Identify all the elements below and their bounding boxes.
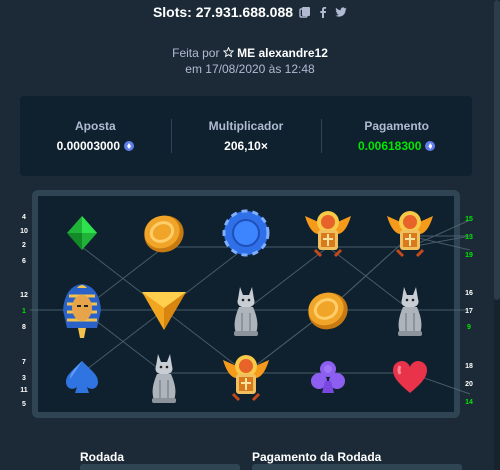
bet-date: em 17/08/2020 às 12:48 [185, 62, 315, 76]
payline-number-left: 10 [20, 228, 28, 235]
bet-label: Aposta [75, 119, 116, 133]
multiplier-value: 206,10× [224, 139, 268, 153]
eth-icon [124, 141, 135, 151]
payline-number-left: 8 [22, 324, 26, 331]
scarab-symbol-icon [380, 203, 440, 263]
round-field[interactable] [80, 464, 240, 470]
payline-number-left: 11 [20, 387, 28, 394]
star-icon [222, 46, 235, 58]
cat-statue-symbol-icon [216, 280, 276, 340]
stat-bet: Aposta 0.00003000 [20, 119, 171, 153]
made-by-user[interactable]: ME alexandre12 [237, 46, 328, 60]
payline-number-left: 6 [22, 258, 26, 265]
multiplier-label: Multiplicador [208, 119, 284, 133]
cat-statue-symbol-icon [134, 347, 194, 407]
heart-red-symbol-icon [380, 347, 440, 407]
payline-number-right: 15 [465, 216, 473, 223]
bet-title: Slots: 27.931.688.088 [152, 4, 294, 20]
payline-number-right: 19 [465, 252, 473, 259]
payline-number-left: 1 [22, 308, 26, 315]
payline-number-left: 4 [22, 214, 26, 221]
cat-statue-symbol-icon [380, 280, 440, 340]
round-payout-label: Pagamento da Rodada [252, 450, 382, 464]
facebook-icon[interactable] [317, 6, 329, 18]
payout-label: Pagamento [364, 119, 430, 133]
payline-number-right: 16 [465, 290, 473, 297]
stat-multiplier: Multiplicador 206,10× [170, 119, 322, 153]
payline-number-left: 5 [22, 401, 26, 408]
payline-number-left: 7 [22, 359, 26, 366]
bet-stats-panel: Aposta 0.00003000 Multiplicador 206,10× … [20, 96, 472, 176]
bet-value-row: 0.00003000 [20, 139, 171, 153]
club-purple-symbol-icon [298, 347, 358, 407]
payline-number-right: 20 [465, 381, 473, 388]
eth-icon [425, 141, 436, 151]
bet-value: 0.00003000 [56, 139, 121, 153]
payline-number-right: 13 [465, 234, 473, 241]
coin-gold-symbol-icon [298, 280, 358, 340]
copy-icon[interactable] [299, 6, 311, 18]
made-by-info: Feita por ME alexandre12 em 17/08/2020 à… [0, 45, 500, 77]
made-by-prefix: Feita por [172, 46, 220, 60]
triangle-gold-symbol-icon [134, 280, 194, 340]
bet-header: Slots: 27.931.688.088 [0, 4, 500, 20]
stat-payout: Pagamento 0.00618300 [321, 119, 472, 153]
payline-number-left: 3 [22, 375, 26, 382]
multiplier-value-row: 206,10× [171, 139, 322, 153]
payline-number-right: 17 [465, 308, 473, 315]
scarab-symbol-icon [216, 347, 276, 407]
payline-number-right: 9 [467, 324, 471, 331]
payline-number-left: 12 [20, 292, 28, 299]
scarab-symbol-icon [298, 203, 358, 263]
chip-blue-symbol-icon [216, 203, 276, 263]
payout-value: 0.00618300 [357, 139, 422, 153]
round-label: Rodada [80, 450, 125, 464]
payout-value-row: 0.00618300 [321, 139, 472, 153]
spade-blue-symbol-icon [52, 347, 112, 407]
pharaoh-symbol-icon [52, 280, 112, 340]
twitter-icon[interactable] [335, 6, 347, 18]
diamond-green-symbol-icon [52, 203, 112, 263]
round-payout-field[interactable] [252, 464, 462, 470]
payline-number-right: 14 [465, 399, 473, 406]
coin-gold-symbol-icon [134, 203, 194, 263]
payline-number-left: 2 [22, 242, 26, 249]
payline-number-right: 18 [465, 363, 473, 370]
